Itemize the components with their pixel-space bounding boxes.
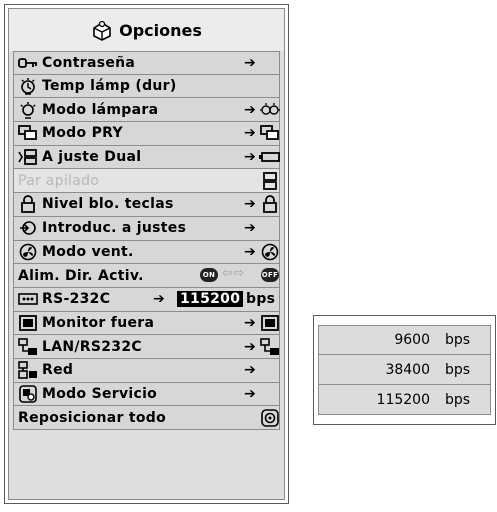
menu-item-label: Temp lámp (dur): [42, 78, 177, 95]
battery-icon: [259, 148, 281, 166]
options-icon: [93, 20, 111, 41]
arrow-right-icon: ➔: [244, 125, 257, 142]
projection-icon: [259, 124, 281, 142]
baud-option-38400[interactable]: 38400 bps: [318, 355, 491, 385]
arrow-right-icon: ➔: [244, 220, 257, 237]
menu-title: Opciones: [119, 20, 202, 40]
menu-item-label: Introduc. a justes: [42, 220, 187, 237]
menu-item-label: RS-232C: [42, 291, 111, 308]
arrow-right-icon: ➔: [244, 149, 257, 166]
arrow-right-icon: ➔: [244, 243, 257, 260]
padlock-icon: [259, 195, 281, 214]
arrow-right-icon: ➔: [244, 362, 257, 379]
baud-unit: bps: [445, 391, 471, 408]
menu-item-label: Nivel blo. teclas: [42, 196, 174, 213]
menu-item-rs232c[interactable]: RS-232C ➔ 115200 bps: [13, 287, 280, 312]
menu-items: Contraseña ➔ Temp lámp (dur) Modo lámpar…: [13, 51, 280, 430]
dual-icon: [18, 148, 38, 166]
arrow-right-icon: ➔: [244, 385, 257, 402]
menu-item-label: Reposicionar todo: [18, 409, 167, 426]
options-menu: Opciones Contraseña ➔ Temp lámp (dur) Mo…: [4, 4, 289, 504]
rs232c-value[interactable]: 115200: [177, 290, 244, 307]
menu-item-modo-vent[interactable]: Modo vent. ➔: [13, 240, 281, 265]
menu-item-monitor-fuera[interactable]: Monitor fuera ➔: [13, 311, 281, 336]
baud-unit: bps: [445, 361, 471, 378]
menu-item-label: Modo PRY: [42, 125, 123, 142]
menu-item-label: A juste Dual: [42, 149, 142, 166]
menu-item-temp-lamp[interactable]: Temp lámp (dur): [13, 74, 280, 99]
lamp-mode-icon: [259, 101, 281, 119]
on-toggle-button[interactable]: ON: [200, 268, 218, 283]
reset-icon: [259, 408, 281, 427]
stack-icon: [259, 171, 281, 190]
monitor-icon: [259, 314, 281, 332]
swap-arrows-icon: ⇦⇨: [222, 266, 245, 282]
monitor-icon: [18, 314, 38, 332]
menu-item-label: LAN/RS232C: [42, 338, 142, 355]
arrow-right-icon: ➔: [153, 291, 166, 308]
baud-rate-submenu: 9600 bps 38400 bps 115200 bps: [313, 315, 496, 425]
service-icon: [18, 385, 38, 403]
lan-icon: [259, 337, 281, 356]
menu-item-label: Par apilado: [18, 172, 100, 189]
menu-item-ajuste-dual[interactable]: A juste Dual ➔: [13, 145, 281, 170]
menu-item-modo-lampara[interactable]: Modo lámpara ➔: [13, 98, 281, 123]
arrow-right-icon: ➔: [244, 196, 257, 213]
projection-icon: [18, 124, 38, 142]
baud-rate-options: 9600 bps 38400 bps 115200 bps: [318, 325, 491, 415]
baud-option-115200[interactable]: 115200 bps: [318, 385, 491, 415]
menu-item-introduc-ajustes[interactable]: Introduc. a justes ➔: [13, 216, 280, 241]
lamp-timer-icon: [18, 77, 38, 95]
menu-item-modo-servicio[interactable]: Modo Servicio ➔: [13, 382, 280, 407]
lamp-icon: [18, 101, 38, 119]
input-icon: [18, 219, 38, 237]
menu-item-alim-dir-activ[interactable]: Alim. Dir. Activ. ON ⇦⇨ OFF: [13, 264, 280, 288]
menu-item-label: Monitor fuera: [42, 314, 155, 331]
menu-item-label: Contraseña: [42, 54, 136, 71]
baud-value: 38400: [385, 361, 430, 378]
key-icon: [18, 54, 38, 72]
rs232c-unit: bps: [246, 290, 276, 307]
fan-icon: [18, 243, 38, 261]
baud-option-9600[interactable]: 9600 bps: [318, 325, 491, 355]
serial-icon: [18, 290, 38, 308]
menu-item-nivel-blo-teclas[interactable]: Nivel blo. teclas ➔: [13, 193, 280, 217]
menu-item-label: Modo lámpara: [42, 101, 159, 118]
arrow-right-icon: ➔: [244, 314, 257, 331]
arrow-right-icon: ➔: [244, 338, 257, 355]
network-icon: [18, 361, 38, 380]
off-toggle-button[interactable]: OFF: [261, 268, 279, 283]
menu-item-red[interactable]: Red ➔: [13, 358, 280, 383]
arrow-right-icon: ➔: [244, 54, 257, 71]
fan-icon: [259, 243, 281, 261]
menu-title-bar: Opciones: [9, 9, 284, 51]
padlock-icon: [18, 195, 38, 214]
menu-item-label: Modo vent.: [42, 243, 134, 260]
menu-item-modo-pry[interactable]: Modo PRY ➔: [13, 122, 280, 146]
options-menu-frame: Opciones Contraseña ➔ Temp lámp (dur) Mo…: [8, 8, 285, 500]
baud-value: 9600: [394, 332, 430, 348]
menu-item-reposicionar-todo[interactable]: Reposicionar todo: [13, 406, 280, 430]
menu-item-lan-rs232c[interactable]: LAN/RS232C ➔: [13, 335, 280, 359]
lan-icon: [18, 337, 38, 356]
baud-value: 115200: [376, 391, 430, 408]
baud-unit: bps: [445, 332, 471, 348]
menu-item-label: Red: [42, 362, 74, 379]
menu-item-contrasena[interactable]: Contraseña ➔: [13, 51, 280, 75]
menu-item-label: Alim. Dir. Activ.: [18, 267, 144, 284]
arrow-right-icon: ➔: [244, 101, 257, 118]
menu-item-par-apilado: Par apilado: [13, 169, 281, 194]
menu-item-label: Modo Servicio: [42, 385, 158, 402]
